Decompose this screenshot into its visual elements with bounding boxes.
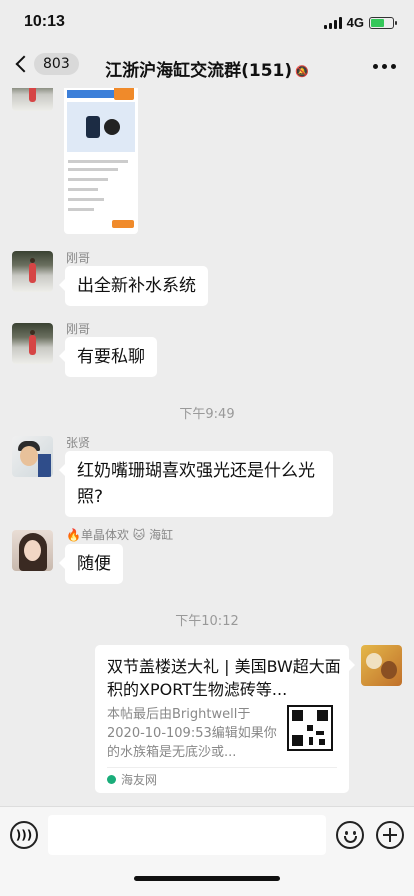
sender-name: 🔥单晶体欢 🐱 海缸 — [66, 526, 173, 543]
link-source: 海友网 — [107, 771, 157, 788]
source-icon — [107, 775, 116, 784]
link-description: 本帖最后由Brightwell于2020-10-109:53编辑如果你的水族箱是… — [107, 707, 277, 760]
timestamp: 下午10:12 — [175, 614, 239, 629]
chat-title-text: 江浙沪海缸交流群(151) — [105, 61, 293, 81]
sender-name: 刚哥 — [66, 322, 91, 336]
emoji-icon[interactable] — [336, 821, 364, 849]
chat-header: 803 江浙沪海缸交流群(151) 🔕 — [0, 44, 414, 88]
timestamp: 下午9:49 — [179, 407, 235, 422]
message-bubble[interactable]: 随便 — [59, 544, 123, 584]
chat-title: 江浙沪海缸交流群(151) 🔕 — [0, 56, 414, 81]
link-card[interactable]: 双节盖楼送大礼 | 美国BW超大面积的XPORT生物滤砖等... 本帖最后由Br… — [95, 645, 355, 793]
sender-name: 张贤 — [66, 436, 91, 450]
home-indicator — [134, 876, 280, 881]
voice-icon[interactable]: ))) — [10, 821, 38, 849]
message-bubble[interactable]: 有要私聊 — [59, 337, 157, 377]
input-bar: ))) — [0, 806, 414, 896]
more-icon[interactable] — [373, 64, 396, 69]
avatar[interactable] — [12, 436, 53, 477]
sender-name-text: 单晶体欢 — [80, 528, 129, 542]
message-input[interactable] — [48, 815, 326, 855]
sender-name: 刚哥 — [66, 251, 91, 265]
qr-code-icon — [287, 705, 333, 751]
battery-icon — [369, 16, 397, 29]
status-bar: 10:13 4G — [0, 0, 414, 44]
avatar[interactable] — [361, 645, 402, 686]
sender-suffix: 海缸 — [149, 528, 174, 542]
avatar[interactable] — [12, 251, 53, 292]
cat-emoji: 🐱 — [132, 528, 146, 542]
status-time: 10:13 — [24, 13, 65, 30]
mute-icon: 🔕 — [295, 64, 309, 78]
avatar[interactable] — [12, 323, 53, 364]
message-bubble[interactable]: 红奶嘴珊瑚喜欢强光还是什么光照? — [59, 451, 333, 517]
fire-emoji: 🔥 — [66, 528, 81, 542]
avatar[interactable] — [12, 530, 53, 571]
status-indicators: 4G — [323, 15, 397, 30]
signal-icon — [323, 16, 342, 29]
plus-icon[interactable] — [376, 821, 404, 849]
link-title: 双节盖楼送大礼 | 美国BW超大面积的XPORT生物滤砖等... — [107, 657, 341, 699]
divider — [107, 767, 337, 768]
message-bubble[interactable]: 出全新补水系统 — [59, 266, 208, 306]
message-list[interactable]: 刚哥 出全新补水系统 刚哥 有要私聊 下午9:49 张贤 红奶嘴珊瑚喜欢强光还是… — [0, 88, 414, 806]
source-label: 海友网 — [121, 773, 158, 787]
avatar[interactable] — [12, 88, 53, 111]
network-type: 4G — [346, 15, 364, 30]
image-message[interactable] — [64, 88, 138, 234]
